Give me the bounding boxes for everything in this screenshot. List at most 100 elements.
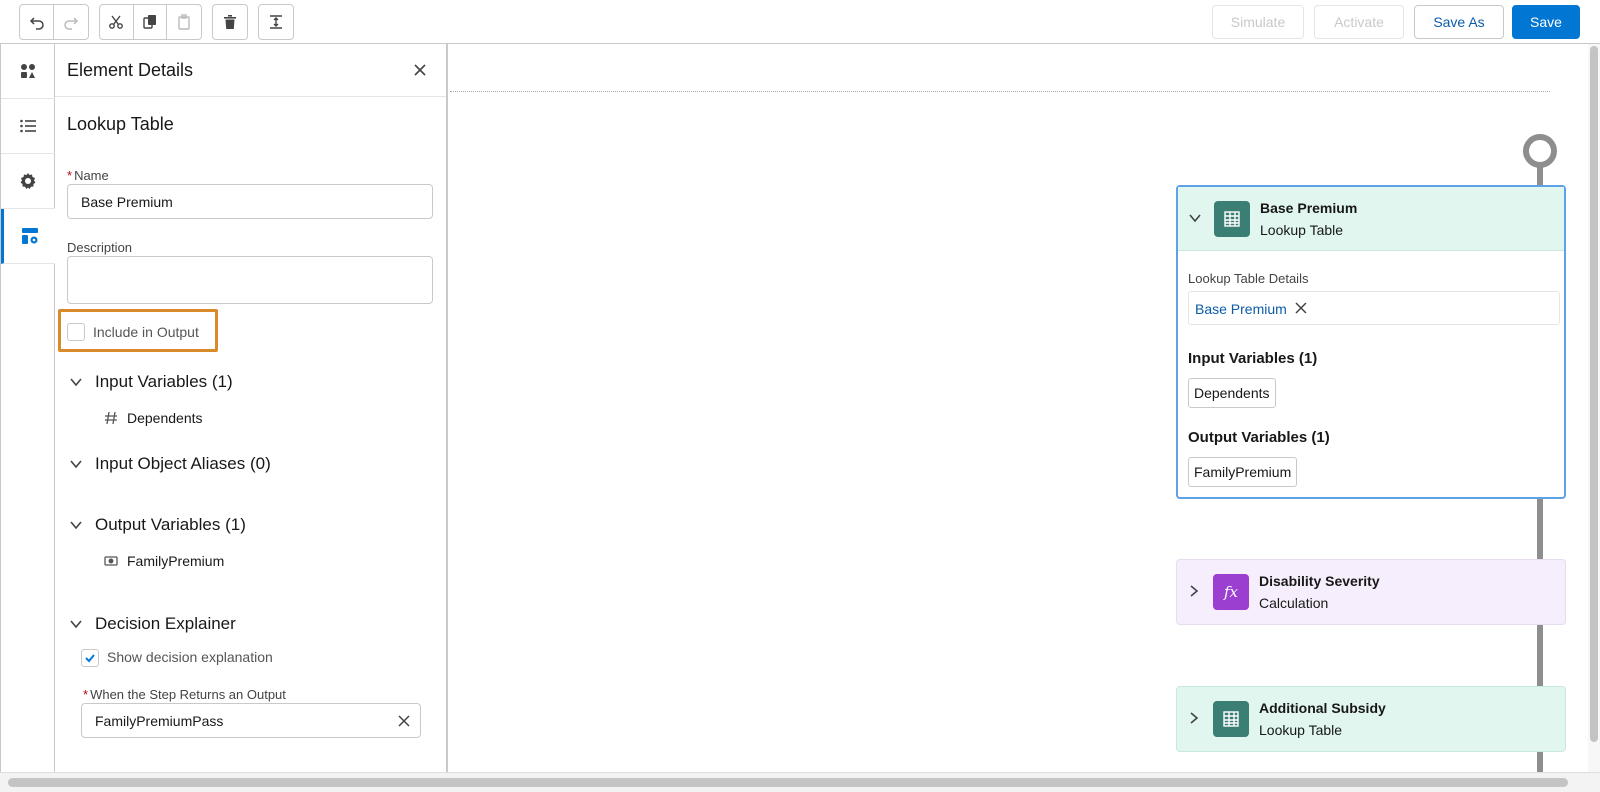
- trash-icon: [224, 15, 236, 29]
- checkmark-icon: [85, 654, 95, 663]
- spacing-button-group: [258, 4, 294, 40]
- undo-button[interactable]: [20, 5, 54, 39]
- node-input-pill: Dependents: [1188, 378, 1276, 408]
- clear-icon[interactable]: [398, 715, 410, 727]
- lookup-details-field[interactable]: Base Premium: [1188, 291, 1560, 325]
- rail-item-element-details[interactable]: [1, 209, 55, 264]
- output-variables-header: Output Variables (1): [95, 515, 246, 534]
- simulate-button[interactable]: Simulate: [1212, 5, 1304, 39]
- cut-button[interactable]: [100, 5, 134, 39]
- when-output-input[interactable]: FamilyPremiumPass: [81, 703, 421, 738]
- history-button-group: [19, 4, 89, 40]
- toolbar: Simulate Activate Save As Save: [0, 0, 1600, 44]
- node-title: Additional Subsidy: [1259, 700, 1386, 716]
- spacing-icon: [270, 15, 282, 29]
- chevron-down-icon: [70, 378, 82, 387]
- delete-button[interactable]: [213, 5, 247, 39]
- paste-button[interactable]: [167, 5, 201, 39]
- show-explanation-label: Show decision explanation: [107, 649, 273, 665]
- undo-icon: [29, 17, 44, 30]
- input-aliases-section[interactable]: Input Object Aliases (0): [69, 454, 271, 474]
- canvas-divider: [450, 91, 1550, 92]
- table-icon: [1214, 201, 1250, 237]
- rail-item-components[interactable]: [1, 44, 55, 99]
- description-label: Description: [67, 240, 133, 255]
- node-header[interactable]: Additional Subsidy Lookup Table: [1177, 687, 1565, 751]
- node-subtitle: Lookup Table: [1260, 222, 1344, 238]
- save-as-button[interactable]: Save As: [1414, 5, 1504, 39]
- input-variable-name: Dependents: [127, 410, 203, 426]
- name-label-text: Name: [74, 168, 109, 183]
- required-marker: *: [67, 168, 73, 183]
- rail-item-list[interactable]: [1, 99, 55, 154]
- activate-button[interactable]: Activate: [1314, 5, 1404, 39]
- copy-icon: [143, 15, 156, 29]
- table-icon: [1213, 701, 1249, 737]
- chevron-right-icon[interactable]: [1187, 711, 1201, 725]
- node-output-pill: FamilyPremium: [1188, 457, 1298, 487]
- output-variable-name: FamilyPremium: [127, 553, 225, 569]
- panel-header: Element Details: [55, 44, 446, 97]
- input-variable-item[interactable]: Dependents: [103, 410, 203, 426]
- vertical-scroll-thumb[interactable]: [1590, 46, 1598, 742]
- chevron-down-icon[interactable]: [1188, 211, 1202, 225]
- paste-icon: [178, 14, 190, 30]
- close-icon[interactable]: [410, 60, 430, 80]
- when-output-label-text: When the Step Returns an Output: [90, 687, 286, 702]
- auto-layout-button[interactable]: [259, 5, 293, 39]
- remove-icon[interactable]: [1295, 302, 1307, 314]
- chevron-down-icon: [70, 521, 82, 530]
- chevron-down-icon: [70, 620, 82, 629]
- save-button[interactable]: Save: [1512, 5, 1580, 39]
- formula-icon: fx: [1213, 574, 1249, 610]
- left-rail: [0, 44, 55, 772]
- delete-button-group: [212, 4, 248, 40]
- copy-button[interactable]: [134, 5, 168, 39]
- node-base-premium[interactable]: Base Premium Lookup Table Lookup Table D…: [1176, 185, 1566, 499]
- when-output-value: FamilyPremiumPass: [95, 712, 224, 729]
- show-explanation-checkbox[interactable]: [81, 649, 99, 667]
- decision-explainer-section[interactable]: Decision Explainer: [69, 614, 236, 634]
- rail-item-settings[interactable]: [1, 154, 55, 209]
- required-marker: *: [83, 687, 89, 702]
- input-aliases-header: Input Object Aliases (0): [95, 454, 271, 473]
- element-details-icon: [21, 228, 38, 244]
- output-variables-section[interactable]: Output Variables (1): [69, 515, 246, 535]
- when-output-label: * When the Step Returns an Output: [83, 687, 286, 702]
- node-disability-severity[interactable]: fx Disability Severity Calculation: [1176, 559, 1566, 625]
- name-label: * Name: [67, 168, 109, 183]
- chevron-right-icon[interactable]: [1187, 584, 1201, 598]
- node-header[interactable]: fx Disability Severity Calculation: [1177, 560, 1565, 624]
- lookup-details-pill[interactable]: Base Premium: [1195, 301, 1287, 317]
- name-input[interactable]: Base Premium: [67, 184, 433, 219]
- chevron-down-icon: [70, 460, 82, 469]
- node-subtitle: Calculation: [1259, 595, 1329, 611]
- vertical-scrollbar[interactable]: [1588, 44, 1600, 772]
- description-textarea[interactable]: [67, 256, 433, 304]
- node-additional-subsidy[interactable]: Additional Subsidy Lookup Table: [1176, 686, 1566, 752]
- settings-icon: [20, 173, 36, 189]
- decision-explainer-header: Decision Explainer: [95, 614, 236, 633]
- lookup-details-label: Lookup Table Details: [1188, 271, 1309, 286]
- flow-start-node: [1523, 134, 1557, 168]
- components-icon: [21, 64, 35, 78]
- flow-canvas[interactable]: Base Premium Lookup Table Lookup Table D…: [450, 44, 1600, 792]
- input-variables-section[interactable]: Input Variables (1): [69, 372, 233, 392]
- include-output-checkbox[interactable]: [67, 323, 85, 341]
- output-variable-item[interactable]: FamilyPremium: [103, 553, 224, 569]
- horizontal-scrollbar[interactable]: [0, 772, 1600, 792]
- node-header[interactable]: Base Premium Lookup Table: [1178, 187, 1564, 251]
- scissors-icon: [109, 15, 124, 29]
- node-title: Base Premium: [1260, 200, 1358, 216]
- include-output-label: Include in Output: [93, 324, 199, 340]
- currency-icon: [104, 556, 118, 566]
- redo-icon: [64, 17, 79, 30]
- clipboard-button-group: [99, 4, 202, 40]
- horizontal-scroll-thumb[interactable]: [8, 778, 1568, 787]
- node-subtitle: Lookup Table: [1259, 722, 1343, 738]
- element-details-panel: Element Details Lookup Table * Name Base …: [55, 44, 448, 772]
- element-type-title: Lookup Table: [67, 114, 174, 134]
- node-input-header: Input Variables (1): [1188, 350, 1318, 367]
- redo-button[interactable]: [54, 5, 88, 39]
- input-variables-header: Input Variables (1): [95, 372, 233, 391]
